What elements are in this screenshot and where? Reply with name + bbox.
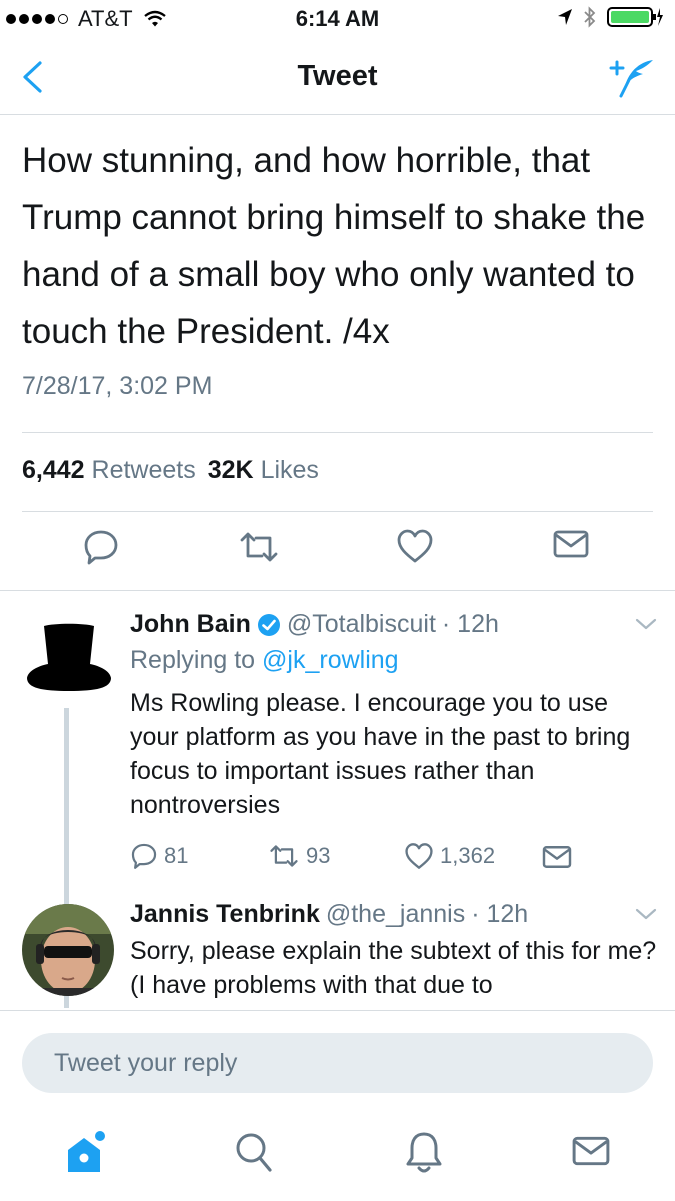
reply-header: John Bain @Totalbiscuit · 12h [130,610,499,639]
retweet-icon[interactable] [238,528,280,566]
reply-header: Jannis Tenbrink @the_jannis · 12h [130,900,528,929]
tweet-text: How stunning, and how horrible, that Tru… [22,141,646,351]
messages-icon[interactable] [572,1134,610,1168]
page-title: Tweet [297,60,378,92]
reply-author-handle[interactable]: @the_jannis [326,900,465,929]
reply-text: Ms Rowling please. I encourage you to us… [130,689,631,819]
battery-icon [607,7,663,27]
message-icon[interactable] [553,528,589,560]
bluetooth-icon [584,6,596,28]
replying-to-link[interactable]: @jk_rowling [262,646,399,674]
status-bar: AT&T 6:14 AM [0,0,675,36]
divider [22,511,653,512]
verified-badge-icon [257,613,280,636]
reply-author-handle[interactable]: @Totalbiscuit [287,610,436,639]
like-icon[interactable] [396,528,434,564]
retweet-icon [270,845,298,867]
tab-bar [0,1120,675,1200]
message-icon[interactable] [542,844,572,870]
location-arrow-icon [558,9,572,25]
reply-reply-button[interactable]: 81 [130,842,188,870]
like-icon [405,843,433,869]
retweets-stat[interactable]: 6,442 Retweets [22,456,196,485]
search-icon[interactable] [234,1130,274,1174]
home-icon[interactable] [64,1130,108,1176]
chevron-down-icon[interactable] [634,616,658,632]
compose-tweet-icon[interactable] [609,56,655,98]
notifications-icon[interactable] [404,1130,444,1176]
reply-actions: 81 93 1,362 [0,842,675,878]
replying-to: Replying to @jk_rowling [130,646,399,674]
divider [0,590,675,591]
reply-author-name[interactable]: Jannis Tenbrink [130,900,320,929]
tweet-actions [0,528,675,574]
reply-input[interactable]: Tweet your reply [22,1033,653,1093]
avatar[interactable] [24,622,114,694]
avatar[interactable] [22,904,114,996]
reply-time: · 12h [441,610,499,638]
likes-stat[interactable]: 32K Likes [208,456,319,485]
reply-text: Sorry, please explain the subtext of thi… [130,937,657,999]
reply-icon[interactable] [82,528,120,566]
divider [22,432,653,433]
tweet-timestamp: 7/28/17, 3:02 PM [22,372,213,400]
reply-retweet-button[interactable]: 93 [268,842,330,870]
reply-input-placeholder: Tweet your reply [54,1049,238,1077]
reply-author-name[interactable]: John Bain [130,610,251,639]
reply-icon [131,843,157,869]
navigation-bar: Tweet [0,36,675,115]
reply-time: · 12h [471,900,529,928]
tweet-stats: 6,442 Retweets 32K Likes [22,456,319,485]
chevron-down-icon[interactable] [634,906,658,922]
reply-like-button[interactable]: 1,362 [404,842,495,870]
